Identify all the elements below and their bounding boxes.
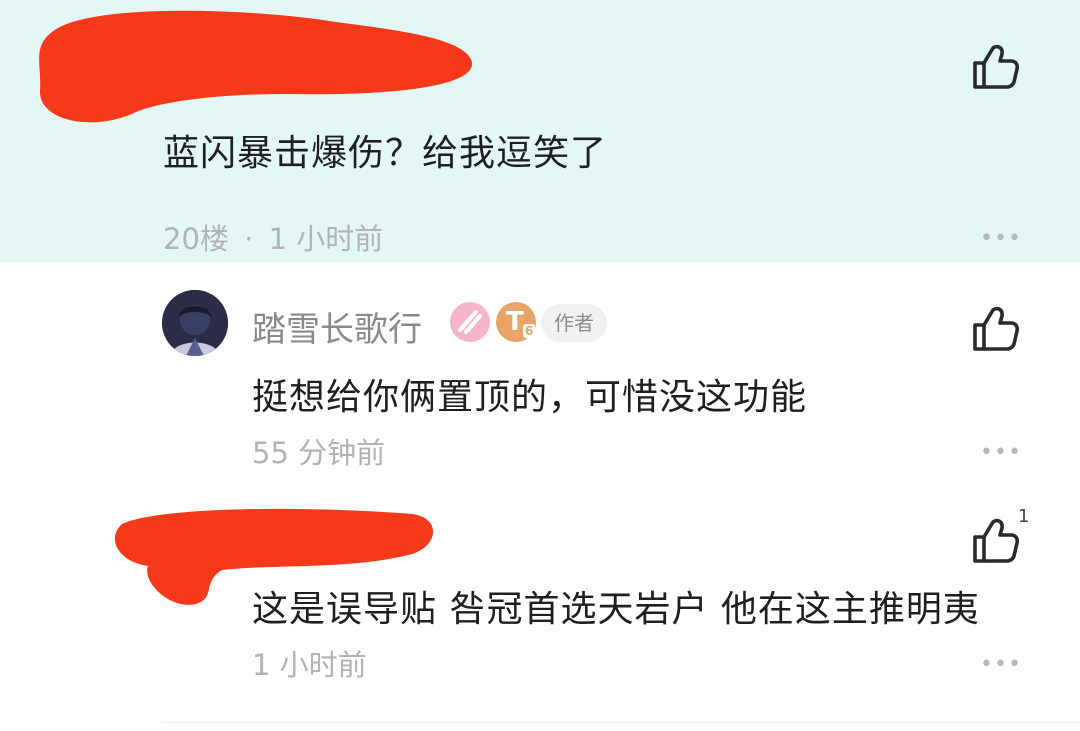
meta-separator: · bbox=[244, 222, 254, 256]
more-options-button[interactable]: ••• bbox=[980, 226, 1022, 251]
divider bbox=[162, 722, 1080, 723]
username[interactable]: 踏雪长歌行 bbox=[252, 302, 422, 351]
comment-text: 蓝闪暴击爆伤？给我逗笑了 bbox=[163, 133, 608, 174]
comment-text: 挺想给你俩置顶的，可惜没这功能 bbox=[252, 377, 808, 418]
comment-text: 这是误导贴 咎冠首选天岩户 他在这主推明夷 bbox=[252, 589, 980, 630]
comment-time: 55 分钟前 bbox=[252, 436, 386, 470]
more-options-button[interactable]: ••• bbox=[980, 440, 1022, 465]
like-button[interactable] bbox=[972, 44, 1020, 90]
level-badge-icon: T 6 bbox=[496, 302, 536, 342]
comment-time: 1 小时前 bbox=[268, 222, 384, 256]
like-count: 1 bbox=[1018, 506, 1030, 527]
pink-badge-icon bbox=[450, 302, 490, 342]
author-tag: 作者 bbox=[541, 304, 607, 342]
comment-time: 1 小时前 bbox=[252, 648, 367, 682]
avatar[interactable] bbox=[162, 290, 228, 356]
floor-number: 20楼 bbox=[163, 222, 229, 256]
thumbs-up-icon bbox=[973, 306, 1020, 351]
level-badge-letter: T bbox=[506, 307, 524, 337]
like-button[interactable] bbox=[972, 306, 1020, 352]
thumbs-up-icon bbox=[973, 44, 1020, 89]
like-button[interactable] bbox=[972, 518, 1020, 564]
level-badge-number: 6 bbox=[523, 324, 536, 338]
more-options-button[interactable]: ••• bbox=[980, 652, 1022, 677]
thumbs-up-icon bbox=[973, 518, 1020, 563]
redacted-username-1 bbox=[39, 10, 473, 123]
comment-meta: 20楼 · 1 小时前 bbox=[163, 216, 383, 258]
